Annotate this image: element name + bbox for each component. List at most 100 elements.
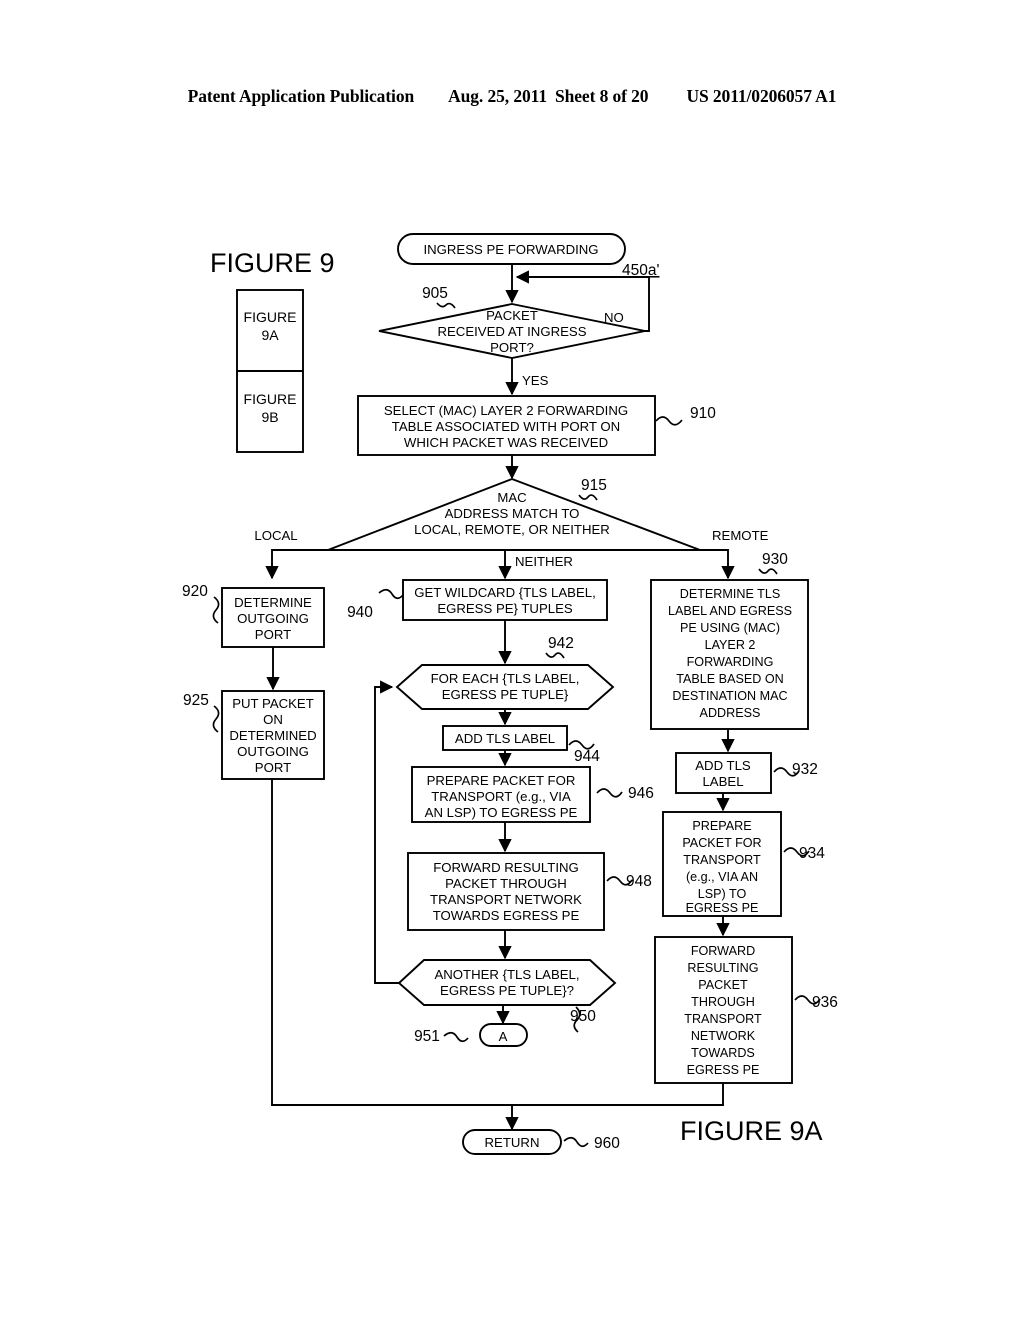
figure-key-table: FIGURE 9A FIGURE 9B xyxy=(236,289,304,453)
node-948-line4: TOWARDS EGRESS PE xyxy=(433,908,580,923)
node-948-line1: FORWARD RESULTING xyxy=(433,860,579,875)
node-942-for-each-tuple: FOR EACH {TLS LABEL, EGRESS PE TUPLE} xyxy=(395,664,615,710)
ref-932: 932 xyxy=(792,761,818,778)
edge-label-local: LOCAL xyxy=(254,528,297,543)
node-934-line6: EGRESS PE xyxy=(686,901,759,915)
node-915-line1: MAC xyxy=(497,490,527,505)
ref-948: 948 xyxy=(626,873,652,890)
node-915-line2: ADDRESS MATCH TO xyxy=(445,506,580,521)
node-930-line5: FORWARDING xyxy=(687,655,774,669)
node-946-line2: TRANSPORT (e.g., VIA xyxy=(431,789,571,804)
node-930-line1: DETERMINE TLS xyxy=(680,587,781,601)
edge-label-neither: NEITHER xyxy=(515,554,573,569)
node-920-line2: OUTGOING xyxy=(237,611,309,626)
node-946-line1: PREPARE PACKET FOR xyxy=(427,773,576,788)
node-930-line2: LABEL AND EGRESS xyxy=(668,604,792,618)
node-920-determine-outgoing-port: DETERMINE OUTGOING PORT xyxy=(221,587,325,648)
ref-934: 934 xyxy=(799,845,825,862)
node-946-line3: AN LSP) TO EGRESS PE xyxy=(425,805,578,820)
node-934-line4: (e.g., VIA AN xyxy=(686,870,758,884)
ref-944: 944 xyxy=(574,748,600,765)
node-936-line1: FORWARD xyxy=(691,944,755,958)
node-960-label: RETURN xyxy=(485,1135,540,1150)
figure-key-cell-9b-line1: FIGURE xyxy=(244,391,297,407)
node-948-forward-resulting-packet: FORWARD RESULTING PACKET THROUGH TRANSPO… xyxy=(407,852,605,931)
figure-key-cell-9a-line1: FIGURE xyxy=(244,309,297,325)
node-950-another-tuple-decision: ANOTHER {TLS LABEL, EGRESS PE TUPLE}? xyxy=(397,959,617,1006)
ref-951: 951 xyxy=(414,1028,440,1045)
ref-905: 905 xyxy=(422,285,448,302)
node-start-ingress-pe-forwarding: INGRESS PE FORWARDING xyxy=(397,233,626,265)
ref-946: 946 xyxy=(628,785,654,802)
node-936-line4: THROUGH xyxy=(691,995,755,1009)
figure-sheet-label: FIGURE 9A xyxy=(680,1116,823,1146)
figure-main-title: FIGURE 9 xyxy=(210,248,335,278)
figure-key-cell-9b-line2: 9B xyxy=(261,409,278,425)
node-930-line7: DESTINATION MAC xyxy=(672,689,787,703)
ref-940: 940 xyxy=(347,604,373,621)
node-920-line3: PORT xyxy=(255,627,291,642)
node-951-label: A xyxy=(499,1029,508,1044)
node-934-line5: LSP) TO xyxy=(698,887,747,901)
node-936-forward-resulting-packet: FORWARD RESULTING PACKET THROUGH TRANSPO… xyxy=(654,936,793,1084)
node-910-line3: WHICH PACKET WAS RECEIVED xyxy=(404,435,608,450)
node-930-determine-tls-label-egress-pe: DETERMINE TLS LABEL AND EGRESS PE USING … xyxy=(650,579,809,730)
node-930-line6: TABLE BASED ON xyxy=(676,672,784,686)
node-905-line1: PACKET xyxy=(486,308,538,323)
flowchart-canvas: FIGURE 9 FIGURE 9A FIGURE 9B INGRESS PE … xyxy=(182,233,838,1155)
node-936-line6: NETWORK xyxy=(691,1029,756,1043)
node-942-line1: FOR EACH {TLS LABEL, xyxy=(431,671,580,686)
node-910-line2: TABLE ASSOCIATED WITH PORT ON xyxy=(392,419,620,434)
ref-936: 936 xyxy=(812,994,838,1011)
node-930-line4: LAYER 2 xyxy=(705,638,756,652)
node-925-put-packet-on-port: PUT PACKET ON DETERMINED OUTGOING PORT xyxy=(221,690,325,780)
node-948-line2: PACKET THROUGH xyxy=(445,876,567,891)
ref-950: 950 xyxy=(570,1008,596,1025)
patent-figure-page: Patent Application Publication Aug. 25, … xyxy=(0,0,1024,1320)
node-925-line3: DETERMINED xyxy=(229,728,316,743)
ref-942: 942 xyxy=(548,635,574,652)
ref-910: 910 xyxy=(690,405,716,422)
node-915-mac-address-match-triangle: MAC ADDRESS MATCH TO LOCAL, REMOTE, OR N… xyxy=(327,477,701,551)
node-910-select-forwarding-table: SELECT (MAC) LAYER 2 FORWARDING TABLE AS… xyxy=(357,395,656,456)
figure-key-cell-9a-line2: 9A xyxy=(261,327,279,343)
node-950-line1: ANOTHER {TLS LABEL, xyxy=(434,967,579,982)
node-925-line2: ON xyxy=(263,712,283,727)
node-932-line1: ADD TLS xyxy=(695,758,751,773)
node-925-line1: PUT PACKET xyxy=(232,696,314,711)
node-940-line1: GET WILDCARD {TLS LABEL, xyxy=(414,585,596,600)
node-950-line2: EGRESS PE TUPLE}? xyxy=(440,983,574,998)
node-944-label: ADD TLS LABEL xyxy=(455,731,555,746)
node-940-line2: EGRESS PE} TUPLES xyxy=(437,601,573,616)
node-925-line4: OUTGOING xyxy=(237,744,309,759)
edge-label-no: NO xyxy=(604,310,624,325)
node-930-line3: PE USING (MAC) xyxy=(680,621,780,635)
node-942-line2: EGRESS PE TUPLE} xyxy=(442,687,569,702)
ref-925: 925 xyxy=(183,692,209,709)
node-948-line3: TRANSPORT NETWORK xyxy=(430,892,582,907)
node-936-line5: TRANSPORT xyxy=(684,1012,762,1026)
node-934-line1: PREPARE xyxy=(692,819,751,833)
node-936-line8: EGRESS PE xyxy=(687,1063,760,1077)
node-925-line5: PORT xyxy=(255,760,291,775)
node-905-line3: PORT? xyxy=(490,340,534,355)
node-932-line2: LABEL xyxy=(702,774,743,789)
ref-930: 930 xyxy=(762,551,788,568)
node-920-line1: DETERMINE xyxy=(234,595,312,610)
ref-915: 915 xyxy=(581,477,607,494)
edge-label-yes: YES xyxy=(522,373,549,388)
node-932-add-tls-label: ADD TLS LABEL xyxy=(675,752,772,794)
node-936-line3: PACKET xyxy=(698,978,748,992)
node-905-line2: RECEIVED AT INGRESS xyxy=(437,324,586,339)
node-936-line7: TOWARDS xyxy=(691,1046,755,1060)
node-960-return: RETURN xyxy=(462,1129,562,1155)
ref-920: 920 xyxy=(182,583,208,600)
ref-960: 960 xyxy=(594,1135,620,1152)
node-936-line2: RESULTING xyxy=(687,961,758,975)
node-910-line1: SELECT (MAC) LAYER 2 FORWARDING xyxy=(384,403,628,418)
edge-label-remote: REMOTE xyxy=(712,528,769,543)
node-930-line8: ADDRESS xyxy=(700,706,761,720)
node-start-label: INGRESS PE FORWARDING xyxy=(423,242,598,257)
node-944-add-tls-label: ADD TLS LABEL xyxy=(442,725,568,751)
node-934-line2: PACKET FOR xyxy=(682,836,761,850)
